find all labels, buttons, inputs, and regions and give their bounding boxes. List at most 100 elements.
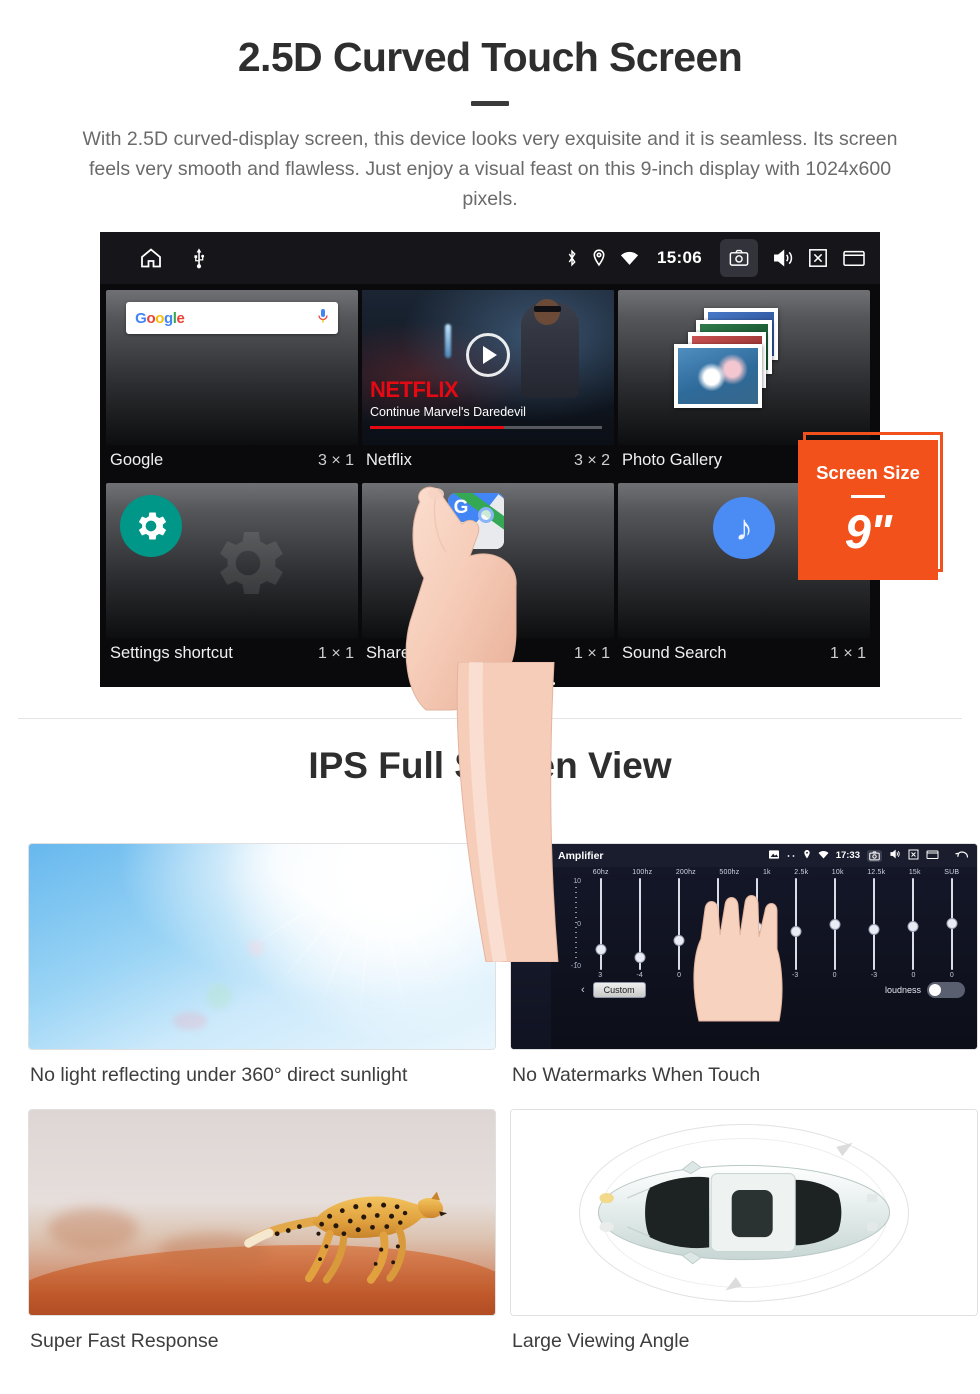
bluetooth-icon (566, 249, 578, 267)
widget-settings-caption: Settings shortcut 1 × 1 (106, 638, 358, 673)
android-status-bar: 15:06 (100, 232, 880, 284)
widget-sound-search-size: 1 × 1 (829, 644, 866, 662)
close-box-icon[interactable] (808, 248, 828, 268)
widget-sound-search-name: Sound Search (622, 644, 727, 662)
camera-icon[interactable] (720, 239, 758, 277)
widget-photo-gallery-name: Photo Gallery (622, 451, 722, 469)
band-value: 3 (598, 972, 603, 979)
netflix-subtitle: Continue Marvel's Daredevil (370, 405, 526, 419)
amplifier-screenshot: Amplifier 17:33 60hz 100hz 200hz 500hz 1… (510, 843, 978, 1050)
band-label: 12.5k (867, 869, 886, 876)
eq-slider[interactable] (946, 878, 957, 970)
widget-netflix-caption: Netflix 3 × 2 (362, 445, 614, 480)
band-label: SUB (944, 869, 960, 876)
eq-slider[interactable] (673, 878, 684, 970)
daredevil-head (533, 299, 560, 326)
widget-google-size: 3 × 1 (317, 451, 354, 469)
hand-illustration (693, 894, 783, 1022)
band-label: 15k (908, 869, 921, 876)
band-label: 200hz (675, 869, 696, 876)
curved-screen-section: 2.5D Curved Touch Screen With 2.5D curve… (0, 0, 980, 214)
microphone-icon[interactable] (317, 308, 329, 329)
band-value: 0 (677, 972, 682, 979)
band-value: -3 (870, 972, 878, 979)
amp-preset-button[interactable]: Custom (592, 982, 646, 998)
widget-google-thumb[interactable]: Google (106, 290, 358, 445)
widget-netflix[interactable]: NETFLIX Continue Marvel's Daredevil Netf… (362, 290, 614, 480)
title-divider (471, 101, 509, 106)
picture-icon (768, 849, 779, 862)
location-pin-icon (803, 849, 811, 863)
band-label: 500hz (719, 869, 740, 876)
widget-settings-shortcut[interactable]: Settings shortcut 1 × 1 (106, 483, 358, 673)
sunlight-photo (28, 843, 496, 1050)
amp-time: 17:33 (835, 850, 860, 861)
device-screenshot-area: 15:06 Google Google 3 × 1 NETFLIX Contin… (0, 232, 980, 962)
volume-icon[interactable] (772, 248, 794, 268)
photo-stack (618, 290, 870, 445)
band-label: 10k (831, 869, 844, 876)
widget-share-location-thumb[interactable]: G (362, 483, 614, 638)
location-pin-icon (592, 249, 606, 267)
home-icon[interactable] (138, 246, 164, 270)
widget-google-caption: Google 3 × 1 (106, 445, 358, 480)
usb-icon[interactable] (192, 247, 206, 269)
widget-grid: Google Google 3 × 1 NETFLIX Continue Mar… (100, 284, 880, 685)
feature-card-viewing-angle-label: Large Viewing Angle (512, 1330, 690, 1352)
google-maps-icon[interactable]: G (447, 493, 504, 549)
loudness-toggle[interactable] (927, 982, 965, 998)
camera-icon[interactable] (867, 849, 882, 862)
play-icon[interactable] (466, 333, 510, 378)
amp-sliders: 10 0 -10 (555, 878, 973, 1022)
screen-size-badge: Screen Size 9" (798, 440, 938, 580)
widget-netflix-thumb[interactable]: NETFLIX Continue Marvel's Daredevil (362, 290, 614, 445)
gear-icon[interactable] (120, 495, 182, 557)
screen-size-value: 9" (844, 504, 892, 558)
eq-slider[interactable] (868, 878, 879, 970)
amp-status-bar: Amplifier 17:33 (511, 844, 977, 867)
music-note-icon[interactable]: ♪ (713, 497, 775, 559)
badge-divider (851, 494, 885, 498)
google-logo: Google (135, 309, 185, 327)
eq-slider[interactable] (634, 878, 645, 970)
forearm-illustration (456, 662, 559, 962)
widget-netflix-size: 3 × 2 (573, 451, 610, 469)
amp-body: Balance Fader 60hz (511, 867, 977, 1049)
recents-icon[interactable] (842, 248, 866, 268)
eq-slider[interactable] (595, 878, 606, 970)
band-value: 0 (949, 972, 954, 979)
eq-slider[interactable] (907, 878, 918, 970)
widget-row-2: Settings shortcut 1 × 1 G Share location… (106, 483, 874, 673)
amp-back-button[interactable]: ‹ (581, 984, 585, 996)
band-value: 0 (911, 972, 916, 979)
car-illustration (597, 1142, 891, 1291)
running-cheetah (244, 1192, 448, 1285)
widget-netflix-name: Netflix (366, 451, 412, 469)
close-box-icon[interactable] (908, 849, 919, 863)
amp-equalizer: 60hz 100hz 200hz 500hz 1k 2.5k 10k 12.5k… (551, 867, 977, 1049)
band-label: 1k (762, 869, 771, 876)
widget-share-location-name: Share location (366, 644, 472, 662)
band-label: 2.5k (794, 869, 809, 876)
widget-share-location-size: 1 × 1 (573, 644, 610, 662)
widget-settings-thumb[interactable] (106, 483, 358, 638)
feature-card-response-label: Super Fast Response (30, 1330, 219, 1352)
feature-card-watermarks: Amplifier 17:33 60hz 100hz 200hz 500hz 1… (510, 843, 978, 1109)
back-arrow-icon[interactable] (954, 849, 969, 863)
band-value: 0 (832, 972, 837, 979)
feature-card-watermarks-label: No Watermarks When Touch (512, 1064, 761, 1086)
band-label: 60hz (592, 869, 609, 876)
page-title: 2.5D Curved Touch Screen (237, 34, 743, 80)
widget-share-location[interactable]: G Share location 1 × 1 (362, 483, 614, 673)
recents-icon[interactable] (926, 849, 939, 863)
status-time: 15:06 (657, 248, 702, 267)
google-search-bar[interactable]: Google (126, 302, 338, 334)
android-widget-picker-screen: 15:06 Google Google 3 × 1 NETFLIX Contin… (100, 232, 880, 687)
widget-google[interactable]: Google Google 3 × 1 (106, 290, 358, 480)
eq-slider[interactable] (829, 878, 840, 970)
wifi-icon (620, 250, 639, 266)
widget-photo-gallery-thumb[interactable] (618, 290, 870, 445)
volume-icon[interactable] (889, 849, 901, 862)
cheetah-photo (28, 1109, 496, 1316)
amp-loudness-control[interactable]: loudness (885, 982, 965, 998)
